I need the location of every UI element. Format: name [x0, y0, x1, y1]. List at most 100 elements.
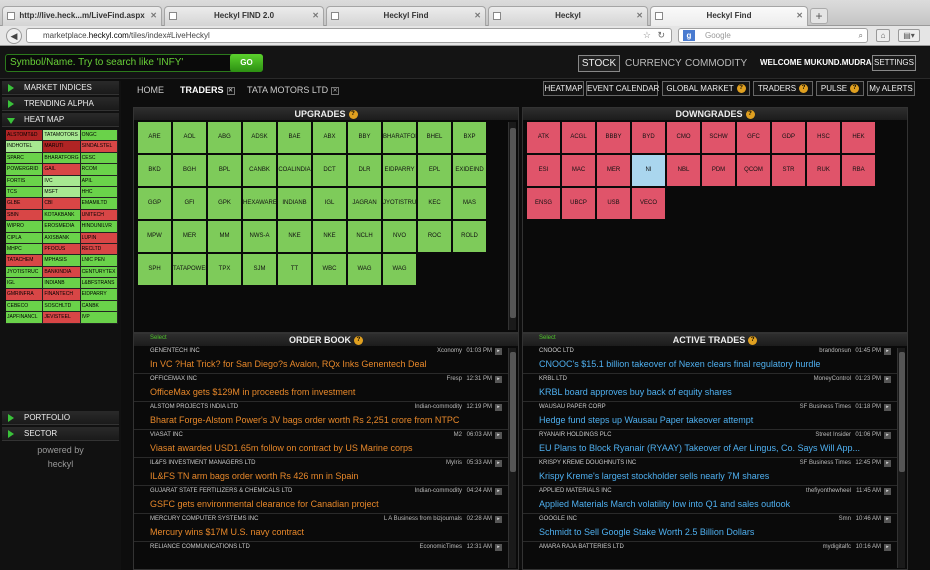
downgrade-tile[interactable]: ESI [527, 155, 560, 186]
reload-icon[interactable]: ↻ [657, 29, 665, 42]
downgrade-tile[interactable]: BBBY [597, 122, 630, 153]
downgrade-tile[interactable]: NI [632, 155, 665, 186]
upgrade-tile[interactable]: MPW [138, 221, 171, 252]
new-tab-button[interactable]: + [810, 8, 828, 24]
heatmap-cell[interactable]: SINDALSTEL [80, 141, 118, 153]
downgrade-tile[interactable]: HSC [807, 122, 840, 153]
sidebar-item-market-indices[interactable]: MARKET INDICES [2, 81, 119, 95]
upgrade-tile[interactable]: EIDPARRY [383, 155, 416, 186]
heatmap-cell[interactable]: SPARC [6, 152, 44, 165]
browser-search-input[interactable]: g Google ⌕ [678, 28, 868, 43]
tab-home[interactable]: HOME [137, 82, 164, 98]
downgrade-tile[interactable]: NBL [667, 155, 700, 186]
expand-icon[interactable]: ▸ [495, 544, 502, 551]
downgrade-tile[interactable]: ENSG [527, 188, 560, 219]
upgrade-tile[interactable]: INDIANB [278, 188, 311, 219]
info-icon[interactable]: ? [850, 84, 860, 94]
close-icon[interactable]: ✕ [331, 86, 340, 95]
downgrade-tile[interactable]: ATK [527, 122, 560, 153]
heatmap-cell[interactable]: CEBECO [6, 300, 44, 313]
settings-button[interactable]: SETTINGS [872, 55, 916, 71]
close-icon[interactable]: ✕ [796, 7, 803, 25]
upgrade-tile[interactable]: GFI [173, 188, 206, 219]
downgrade-tile[interactable]: MAC [562, 155, 595, 186]
heatmap-cell[interactable]: EROSMEDIA [43, 221, 81, 233]
heatmap-cell[interactable]: IVP [80, 312, 118, 324]
upgrade-tile[interactable]: COALINDIA [278, 155, 311, 186]
heatmap-cell[interactable]: TATACHEM [6, 255, 44, 267]
info-icon[interactable]: ? [348, 110, 358, 120]
browser-tab-active[interactable]: Heckyl Find ✕ [650, 6, 808, 26]
heatmap-cell[interactable]: RCOM [80, 164, 118, 176]
heatmap-cell[interactable]: PFOCUS [43, 243, 81, 256]
feed-item[interactable]: RELIANCE COMMUNICATIONS LTD EconomicTimes… [134, 542, 508, 569]
heatmap-cell[interactable]: BANKINDIA [43, 266, 81, 279]
heatmap-cell[interactable]: EIDPARRY [80, 289, 118, 301]
headline-link[interactable]: Applied Materials March volatility low i… [539, 499, 790, 509]
url-bar[interactable]: marketplace.heckyl.com/tiles/index#LiveH… [26, 28, 672, 43]
upgrade-tile[interactable]: EPL [418, 155, 451, 186]
heatmap-cell[interactable]: MSFT [43, 186, 81, 199]
heatmap-cell[interactable]: CBI [43, 198, 81, 210]
scrollbar[interactable] [508, 348, 516, 568]
upgrade-tile[interactable]: NVO [383, 221, 416, 252]
scrollbar[interactable] [897, 348, 905, 568]
feed-item[interactable]: KRISPY KREME DOUGHNUTS INC SF Business Ti… [523, 458, 897, 486]
upgrade-tile[interactable]: MM [208, 221, 241, 252]
downgrade-tile[interactable]: HEK [842, 122, 875, 153]
info-icon[interactable]: ? [799, 84, 809, 94]
headline-link[interactable]: Hedge fund steps up Wausau Paper takeove… [539, 415, 753, 425]
upgrade-tile[interactable]: MAS [453, 188, 486, 219]
heatmap-cell[interactable]: SBIN [6, 209, 44, 222]
downgrade-tile[interactable]: RBA [842, 155, 875, 186]
heatmap-cell[interactable]: GAIL [43, 164, 81, 176]
tab-traders[interactable]: TRADERS ✕ [180, 82, 235, 98]
heatmap-cell[interactable]: ALSTOMT&D [6, 130, 44, 142]
tab-commodity[interactable]: COMMODITY [684, 55, 748, 72]
event-calendar-button[interactable]: EVENT CALENDAR [586, 81, 659, 96]
feed-item[interactable]: GENENTECH INC Xconomy 01:03 PM ▸ In VC ?Hat … [134, 346, 508, 374]
headline-link[interactable]: Mercury wins $17M U.S. navy contract [150, 527, 304, 537]
expand-icon[interactable]: ▸ [884, 544, 891, 551]
upgrade-tile[interactable]: SPH [138, 254, 171, 285]
go-button[interactable]: GO [230, 54, 263, 72]
sidebar-item-trending-alpha[interactable]: TRENDING ALPHA [2, 97, 119, 111]
downgrade-tile[interactable]: PDM [702, 155, 735, 186]
close-icon[interactable]: ✕ [636, 7, 643, 25]
my-alerts-button[interactable]: My ALERTS [867, 81, 915, 96]
feed-item[interactable]: CNOOC LTD brandonsun 01:45 PM ▸ CNOOC's $15.… [523, 346, 897, 374]
downgrade-tile[interactable]: RUK [807, 155, 840, 186]
upgrade-tile[interactable]: TT [278, 254, 311, 285]
headline-link[interactable]: Schmidt to Sell Google Stake Worth 2.5 B… [539, 527, 754, 537]
upgrade-tile[interactable]: BHEL [418, 122, 451, 153]
heatmap-cell[interactable]: LUPIN [80, 232, 118, 244]
expand-icon[interactable]: ▸ [495, 460, 502, 467]
tab-currency[interactable]: CURRENCY [624, 55, 682, 72]
expand-icon[interactable]: ▸ [884, 376, 891, 383]
feed-item[interactable]: KRBL LTD MoneyControl 01:23 PM ▸ KRBL board … [523, 374, 897, 402]
upgrade-tile[interactable]: MER [173, 221, 206, 252]
downgrade-tile[interactable]: VECO [632, 188, 665, 219]
browser-tab[interactable]: Heckyl ✕ [488, 6, 648, 26]
back-button[interactable]: ◀ [6, 28, 22, 44]
heatmap-cell[interactable]: INDHOTEL [6, 141, 44, 153]
scrollbar-thumb[interactable] [510, 352, 516, 472]
heatmap-cell[interactable]: BHARATFORG [43, 152, 81, 165]
heatmap-cell[interactable]: LNIC PEN [80, 255, 118, 267]
heatmap-cell[interactable]: CESC [80, 152, 118, 165]
info-icon[interactable]: ? [748, 336, 758, 346]
expand-icon[interactable]: ▸ [495, 488, 502, 495]
upgrade-tile[interactable]: CANBK [243, 155, 276, 186]
expand-icon[interactable]: ▸ [495, 516, 502, 523]
upgrade-tile[interactable]: GPK [208, 188, 241, 219]
downgrade-tile[interactable]: CMO [667, 122, 700, 153]
heatmap-cell[interactable]: POWERGRID [6, 164, 44, 176]
search-icon[interactable]: ⌕ [859, 29, 863, 42]
downgrade-tile[interactable]: UBCP [562, 188, 595, 219]
headline-link[interactable]: GSFC gets environmental clearance for Ca… [150, 499, 379, 509]
sidebar-item-heat-map[interactable]: HEAT MAP [2, 113, 119, 127]
global-market-button[interactable]: GLOBAL MARKET? [662, 81, 750, 96]
upgrade-tile[interactable]: JAGRAN [348, 188, 381, 219]
upgrade-tile[interactable]: HEXAWARE [243, 188, 276, 219]
expand-icon[interactable]: ▸ [495, 432, 502, 439]
